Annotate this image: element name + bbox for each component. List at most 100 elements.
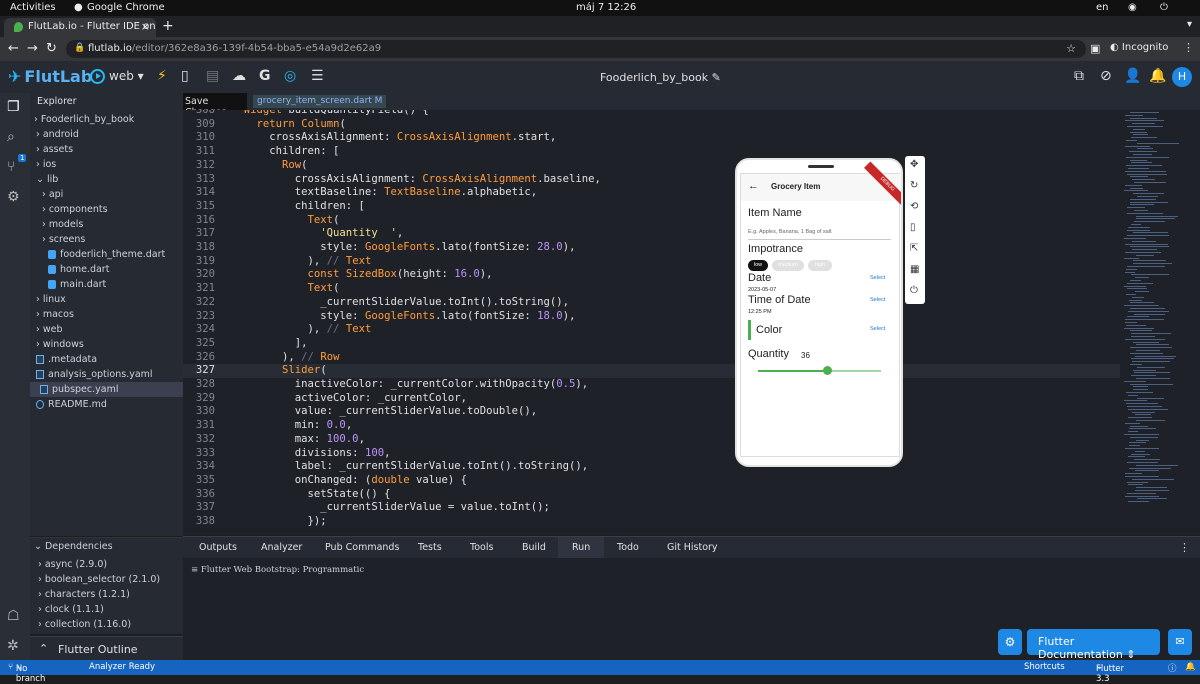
panel-tab[interactable]: Tests (418, 542, 442, 553)
date-select-button[interactable]: Select (870, 275, 885, 281)
reload-icon[interactable]: ↻ (46, 41, 57, 56)
platform-selector[interactable]: web ▾ (86, 67, 148, 87)
wifi-icon[interactable]: ◉ (1128, 2, 1137, 13)
explorer-item[interactable]: › macos (30, 307, 74, 322)
explorer-item[interactable]: home.dart (30, 262, 109, 277)
power-off-icon[interactable]: ⏻ (910, 285, 918, 296)
save-icon[interactable]: ▤ (206, 68, 219, 84)
panel-tab[interactable]: Pub Commands (325, 542, 399, 553)
browser-tab[interactable]: FlutLab.io - Flutter IDE on × (4, 18, 156, 37)
panel-tab[interactable]: Build (522, 542, 546, 553)
dependency-item[interactable]: › collection (1.16.0) (38, 617, 131, 632)
dependency-item[interactable]: › clock (1.1.1) (38, 602, 104, 617)
explorer-item[interactable]: › api (30, 187, 63, 202)
explorer-files-icon[interactable]: ❐ (7, 99, 20, 115)
google-icon[interactable]: G (259, 68, 271, 84)
back-arrow-icon[interactable]: ← (748, 180, 759, 192)
open-external-icon[interactable]: ⇱ (910, 243, 918, 254)
layers-icon[interactable]: ⧉ (1074, 68, 1084, 84)
menu-icon[interactable]: ☰ (311, 68, 324, 84)
incognito-indicator[interactable]: ◐ Incognito (1110, 42, 1168, 53)
shortcuts-button[interactable]: Shortcuts (1024, 662, 1065, 672)
slider-thumb[interactable] (823, 366, 833, 375)
cloud-upload-icon[interactable]: ☁ (232, 68, 246, 84)
quantity-slider[interactable] (758, 370, 881, 372)
edit-pencil-icon[interactable]: ✎ (712, 71, 721, 84)
power-icon[interactable]: ⏻ (1160, 2, 1168, 13)
editor-file-tab[interactable]: grocery_item_screen.dart M (253, 95, 387, 108)
device-icon[interactable]: ▯ (181, 68, 189, 84)
panel-menu-icon[interactable]: ⋮ (1179, 541, 1190, 554)
explorer-item[interactable]: › linux (30, 292, 66, 307)
dependency-item[interactable]: › boolean_selector (2.1.0) (38, 572, 160, 587)
explorer-item[interactable]: ⌄ lib (30, 172, 58, 187)
explorer-item[interactable]: › screens (30, 232, 85, 247)
explorer-item[interactable]: › android (30, 127, 79, 142)
explorer-item[interactable]: › components (30, 202, 108, 217)
bell-icon[interactable]: 🔔 (1185, 662, 1196, 672)
explorer-item[interactable]: analysis_options.yaml (30, 367, 153, 382)
flutlab-logo[interactable]: ✈ FlutLab (8, 67, 92, 86)
bookmark-star-icon[interactable]: ☆ (1066, 42, 1076, 55)
activities-button[interactable]: Activities (10, 2, 56, 13)
flutter-assistant-button[interactable]: ⚙ (998, 629, 1022, 655)
panel-tab[interactable]: Git History (667, 542, 718, 553)
lock-icon[interactable]: 🔒 (74, 43, 85, 53)
explorer-item[interactable]: .metadata (30, 352, 97, 367)
address-bar[interactable]: 🔒 flutlab.io/editor/362e8a36-139f-4b54-b… (66, 40, 1086, 58)
notifications-bell-icon[interactable]: 🔔 (1149, 68, 1166, 84)
explorer-item[interactable]: › web (30, 322, 62, 337)
robot-icon[interactable]: ☖ (7, 608, 20, 624)
explorer-item[interactable]: fooderlich_theme.dart (30, 247, 165, 262)
importance-chip[interactable]: medium (772, 260, 804, 271)
dependency-item[interactable]: › async (2.9.0) (38, 557, 107, 572)
info-icon[interactable]: ⓘ (1168, 662, 1177, 674)
explorer-item[interactable]: › models (30, 217, 83, 232)
rotate-icon[interactable]: ↻ (910, 180, 918, 191)
explorer-item[interactable]: › ios (30, 157, 56, 172)
panel-tab[interactable]: Tools (470, 542, 493, 553)
browser-menu-icon[interactable]: ⋮ (1183, 41, 1194, 54)
chat-button[interactable]: ✉ (1168, 629, 1192, 655)
forward-icon[interactable]: → (27, 41, 38, 56)
user-avatar[interactable]: H (1172, 67, 1192, 87)
explorer-item[interactable]: › assets (30, 142, 73, 157)
flutter-outline-toggle[interactable]: ⌃ Flutter Outline (30, 636, 183, 660)
settings-gear-icon[interactable]: ⚙ (7, 189, 20, 205)
toggle-icon[interactable]: ⊘ (1100, 68, 1112, 84)
source-control-icon[interactable]: ⑂ (7, 159, 15, 175)
panel-tab[interactable]: Run (558, 537, 605, 559)
flutter-documentation-button[interactable]: Flutter Documentation ⇕ (1027, 629, 1160, 661)
move-icon[interactable]: ✥ (910, 159, 918, 170)
panel-tab[interactable]: Todo (617, 542, 639, 553)
explorer-item[interactable]: › windows (30, 337, 84, 352)
color-select-button[interactable]: Select (870, 326, 885, 332)
dependencies-header[interactable]: ⌄ Dependencies (34, 541, 113, 552)
back-icon[interactable]: ← (8, 41, 19, 56)
new-tab-icon[interactable]: + (162, 18, 174, 34)
item-name-field[interactable]: E.g. Apples, Banana, 1 Bag of salt (748, 229, 831, 235)
language-indicator[interactable]: en (1096, 2, 1109, 13)
explorer-item[interactable]: main.dart (30, 277, 106, 292)
project-title[interactable]: Fooderlich_by_book ✎ (600, 71, 721, 84)
code-editor[interactable]: 308 Widget buildQuantityField() {309 ret… (183, 110, 1120, 535)
importance-chip[interactable]: high (808, 260, 832, 271)
editor-minimap[interactable] (1120, 110, 1200, 535)
device-preview[interactable]: ← Grocery Item DEBUG Item Name E.g. Appl… (735, 158, 903, 467)
flutter-version[interactable]: Flutter 3.3 ⌄ (1096, 662, 1124, 684)
dependency-item[interactable]: › characters (1.2.1) (38, 587, 130, 602)
clock[interactable]: máj 7 12:26 (576, 2, 636, 13)
firebase-icon[interactable]: ◎ (284, 68, 296, 84)
phone-icon[interactable]: ▯ (910, 222, 916, 233)
code-line[interactable]: 327 Slider( (183, 364, 1120, 378)
qr-code-icon[interactable]: ▦ (910, 264, 919, 275)
explorer-item[interactable]: › Fooderlich_by_book (30, 112, 134, 127)
time-select-button[interactable]: Select (870, 297, 885, 303)
search-icon[interactable]: ⌕ (7, 129, 15, 145)
hot-reload-icon[interactable]: ⚡ (157, 68, 167, 84)
explorer-item[interactable]: pubspec.yaml (30, 382, 183, 397)
tab-search-icon[interactable]: ▾ (1187, 19, 1192, 30)
close-tab-icon[interactable]: × (141, 20, 150, 33)
add-user-icon[interactable]: 👤 (1124, 68, 1141, 84)
panel-tab[interactable]: Outputs (199, 542, 237, 553)
